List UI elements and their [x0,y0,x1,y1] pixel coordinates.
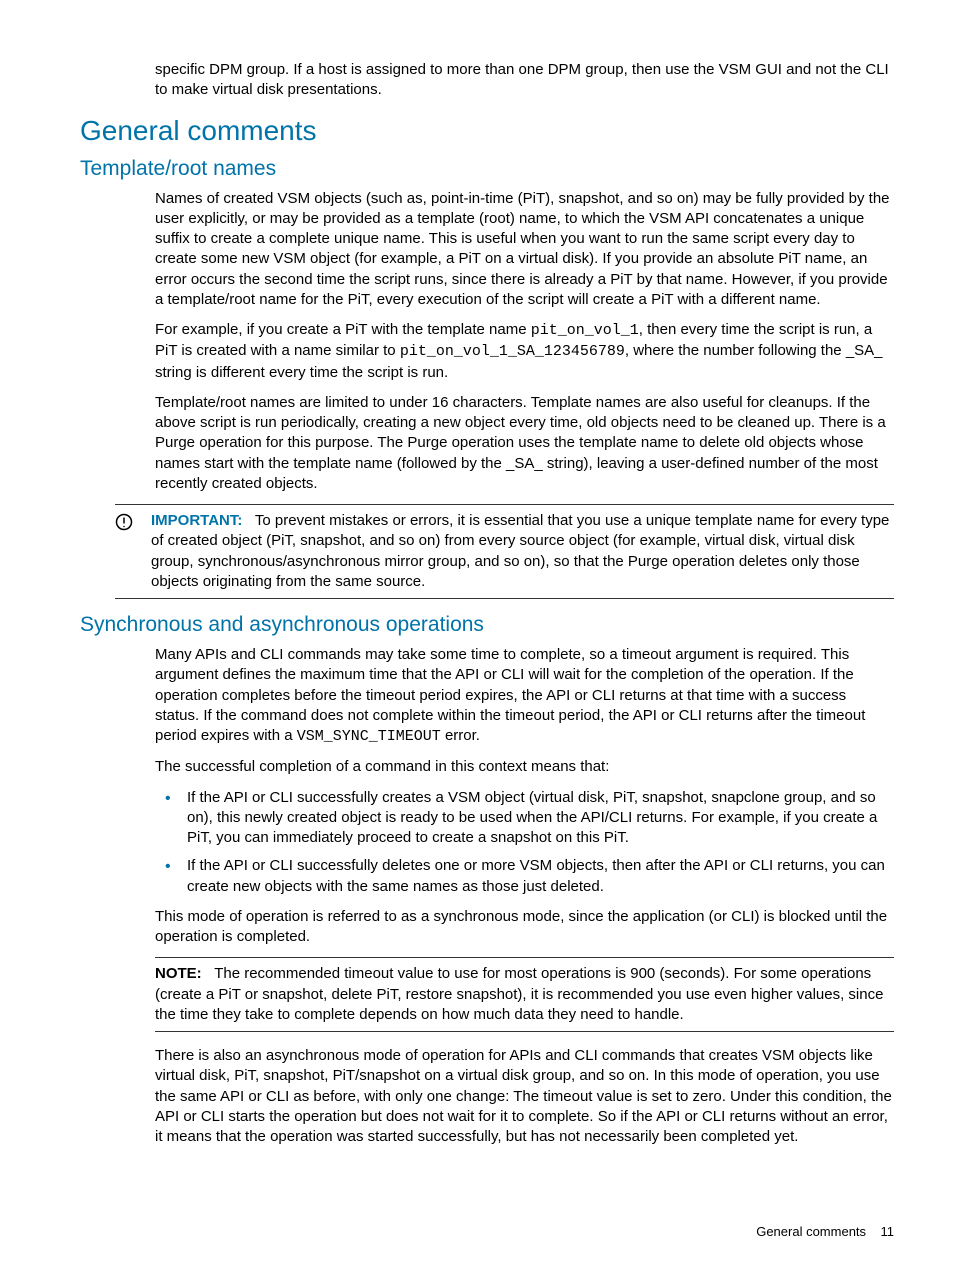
code-pit-on-vol-1: pit_on_vol_1 [531,322,639,339]
important-callout: IMPORTANT: To prevent mistakes or errors… [115,504,894,599]
important-icon [115,511,151,531]
sync-para-3: This mode of operation is referred to as… [155,907,894,948]
note-callout: NOTE: The recommended timeout value to u… [155,957,894,1032]
code-pit-on-vol-1-sa: pit_on_vol_1_SA_123456789 [400,343,625,360]
template-para-1: Names of created VSM objects (such as, p… [155,189,894,311]
sync-bullets: If the API or CLI successfully creates a… [155,788,894,897]
note-label: NOTE: [155,965,202,982]
section-sync-async: Many APIs and CLI commands may take some… [155,645,894,1147]
text-span: For example, if you create a PiT with th… [155,321,531,338]
note-text: The recommended timeout value to use for… [155,965,883,1023]
page-footer: General comments 11 [756,1224,894,1239]
sync-para-2: The successful completion of a command i… [155,757,894,777]
section-template-root-names: Names of created VSM objects (such as, p… [155,189,894,495]
text-span: error. [441,727,480,744]
heading-sync-async-operations: Synchronous and asynchronous operations [80,613,894,637]
list-item: If the API or CLI successfully creates a… [179,788,894,849]
code-vsm-sync-timeout: VSM_SYNC_TIMEOUT [297,728,441,745]
heading-general-comments: General comments [80,115,894,147]
important-text: To prevent mistakes or errors, it is ess… [151,512,889,590]
lead-paragraph-block: specific DPM group. If a host is assigne… [155,60,894,101]
important-body: IMPORTANT: To prevent mistakes or errors… [151,511,894,592]
list-item: If the API or CLI successfully deletes o… [179,856,894,897]
template-para-3: Template/root names are limited to under… [155,393,894,494]
page: specific DPM group. If a host is assigne… [0,0,954,1271]
heading-template-root-names: Template/root names [80,157,894,181]
template-para-2: For example, if you create a PiT with th… [155,320,894,383]
footer-section-title: General comments [756,1224,866,1239]
sync-para-1: Many APIs and CLI commands may take some… [155,645,894,747]
footer-page-number: 11 [881,1224,895,1239]
text-span: Many APIs and CLI commands may take some… [155,646,865,744]
lead-paragraph: specific DPM group. If a host is assigne… [155,60,894,101]
sync-para-4: There is also an asynchronous mode of op… [155,1046,894,1147]
important-label: IMPORTANT: [151,512,242,529]
